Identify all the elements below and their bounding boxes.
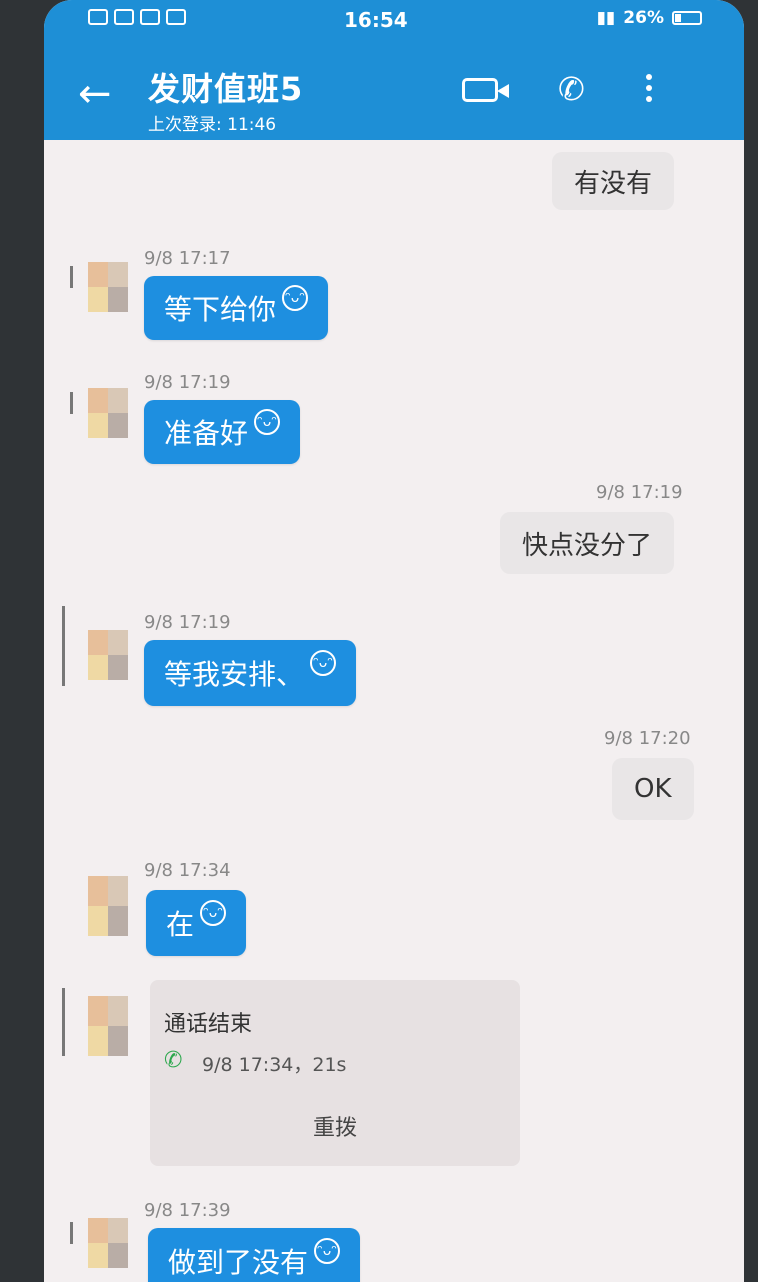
more-options-icon[interactable]: [646, 74, 654, 107]
phone-call-icon: ✆: [164, 1048, 183, 1073]
call-record-card[interactable]: 通话结束 ✆ 9/8 17:34，21s 重拨: [150, 980, 520, 1166]
notification-icon: [140, 9, 160, 25]
avatar-marker: [70, 266, 73, 288]
chat-title: 发财值班5: [148, 70, 304, 108]
avatar[interactable]: [88, 630, 128, 680]
message-timestamp: 9/8 17:19: [596, 482, 683, 503]
smiley-emoji-icon: ᵔᴗᵔ: [254, 409, 281, 435]
status-bar: 16:54 ▮▮ 26%: [44, 0, 744, 40]
message-bubble-incoming[interactable]: 在 ᵔᴗᵔ: [146, 890, 247, 956]
message-text: 准备好: [164, 417, 249, 450]
message-text: 做到了没有: [168, 1246, 309, 1279]
battery-percent: 26%: [623, 8, 664, 28]
video-call-icon[interactable]: [462, 78, 509, 102]
avatar[interactable]: [88, 876, 128, 936]
message-timestamp: 9/8 17:39: [144, 1200, 231, 1221]
message-bubble-outgoing[interactable]: OK: [612, 758, 694, 820]
message-bubble-incoming[interactable]: 等我安排、 ᵔᴗᵔ: [144, 640, 357, 706]
message-bubble-outgoing[interactable]: 快点没分了: [500, 512, 675, 574]
signal-icon: ▮▮: [596, 8, 616, 28]
message-text: OK: [634, 774, 672, 804]
message-timestamp: 9/8 17:20: [604, 728, 691, 749]
redial-button[interactable]: 重拨: [150, 1110, 520, 1142]
smiley-emoji-icon: ᵔᴗᵔ: [310, 650, 337, 676]
message-timestamp: 9/8 17:19: [144, 372, 231, 393]
smiley-emoji-icon: ᵔᴗᵔ: [200, 900, 227, 926]
message-timestamp: 9/8 17:34: [144, 860, 231, 881]
message-text: 等下给你: [164, 293, 277, 326]
message-bubble-outgoing[interactable]: 有没有: [552, 152, 675, 210]
notification-icon: [114, 9, 134, 25]
avatar[interactable]: [88, 388, 128, 438]
avatar-marker: [62, 606, 65, 686]
smiley-emoji-icon: ᵔᴗᵔ: [314, 1238, 341, 1264]
battery-icon: [672, 11, 702, 25]
back-arrow-icon[interactable]: ←: [78, 74, 112, 114]
message-text: 有没有: [574, 168, 653, 199]
message-text: 快点没分了: [522, 530, 653, 561]
avatar-marker: [62, 988, 65, 1056]
avatar-marker: [70, 392, 73, 414]
chat-header: ← 发财值班5 上次登录: 11:46 ✆: [44, 40, 744, 140]
avatar[interactable]: [88, 996, 128, 1056]
status-time: 16:54: [344, 8, 408, 32]
notification-icons: [88, 9, 186, 25]
message-bubble-incoming[interactable]: 等下给你 ᵔᴗᵔ: [144, 276, 329, 340]
smiley-emoji-icon: ᵔᴗᵔ: [282, 285, 309, 311]
notification-icon: [88, 9, 108, 25]
call-status: 通话结束: [164, 1012, 253, 1037]
avatar[interactable]: [88, 1218, 128, 1268]
avatar[interactable]: [88, 262, 128, 312]
status-right: ▮▮ 26%: [597, 8, 702, 28]
message-timestamp: 9/8 17:19: [144, 612, 231, 633]
message-timestamp: 9/8 17:17: [144, 248, 231, 269]
last-login: 上次登录: 11:46: [148, 115, 277, 135]
phone-call-icon[interactable]: ✆: [558, 70, 585, 108]
message-text: 等我安排、: [164, 658, 305, 691]
message-bubble-incoming[interactable]: 做到了没有 ᵔᴗᵔ: [148, 1228, 361, 1282]
notification-icon: [166, 9, 186, 25]
message-text: 在: [166, 908, 195, 941]
phone-screen: 16:54 ▮▮ 26% ← 发财值班5 上次登录: 11:46 ✆ 有没有 9…: [44, 0, 744, 1282]
message-bubble-incoming[interactable]: 准备好 ᵔᴗᵔ: [144, 400, 301, 464]
avatar-marker: [70, 1222, 73, 1244]
call-details: 9/8 17:34，21s: [202, 1054, 347, 1076]
